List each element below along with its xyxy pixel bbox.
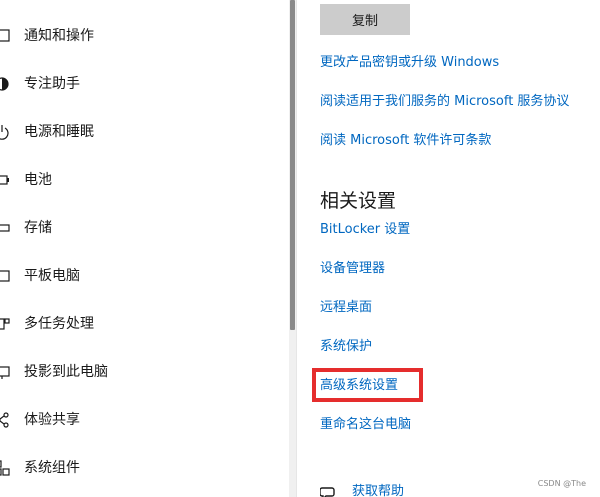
focus-assist-icon bbox=[0, 76, 10, 92]
sidebar-item-label: 专注助手 bbox=[24, 76, 80, 92]
sidebar-item-system-components[interactable]: 系统组件 bbox=[0, 448, 286, 488]
rename-pc-link[interactable]: 重命名这台电脑 bbox=[320, 416, 411, 434]
sidebar-item-focus-assist[interactable]: 专注助手 bbox=[0, 64, 286, 104]
related-settings-title: 相关设置 bbox=[320, 190, 397, 212]
components-icon bbox=[0, 460, 10, 476]
settings-window: 通知和操作 专注助手 电源和睡眠 电池 存储 平板电脑 多任务处理 投影到此电脑… bbox=[0, 0, 600, 497]
share-icon bbox=[0, 412, 10, 428]
notification-icon bbox=[0, 28, 10, 44]
sidebar-item-label: 存储 bbox=[24, 220, 52, 236]
advanced-system-settings-link[interactable]: 高级系统设置 bbox=[320, 377, 398, 395]
sidebar-item-label: 通知和操作 bbox=[24, 28, 94, 44]
sidebar-item-label: 电源和睡眠 bbox=[24, 124, 94, 140]
sidebar-item-label: 体验共享 bbox=[24, 412, 80, 428]
change-product-key-link[interactable]: 更改产品密钥或升级 Windows bbox=[320, 54, 499, 72]
multitasking-icon bbox=[0, 316, 10, 332]
sidebar-item-multitasking[interactable]: 多任务处理 bbox=[0, 304, 286, 344]
sidebar-item-label: 平板电脑 bbox=[24, 268, 80, 284]
device-manager-link[interactable]: 设备管理器 bbox=[320, 260, 385, 278]
sidebar-scrollbar-thumb[interactable] bbox=[290, 0, 295, 330]
sidebar-item-label: 系统组件 bbox=[24, 460, 80, 476]
get-help-link[interactable]: 获取帮助 bbox=[352, 483, 404, 497]
main-content: 复制 更改产品密钥或升级 Windows 阅读适用于我们服务的 Microsof… bbox=[297, 0, 600, 497]
sidebar-item-storage[interactable]: 存储 bbox=[0, 208, 286, 248]
sidebar-item-label: 投影到此电脑 bbox=[24, 364, 108, 380]
sidebar-item-label: 电池 bbox=[24, 172, 52, 188]
remote-desktop-link[interactable]: 远程桌面 bbox=[320, 299, 372, 317]
sidebar-item-notifications[interactable]: 通知和操作 bbox=[0, 16, 286, 56]
watermark: CSDN @The bbox=[537, 479, 586, 488]
storage-icon bbox=[0, 220, 10, 236]
sidebar-item-power-sleep[interactable]: 电源和睡眠 bbox=[0, 112, 286, 152]
sidebar-item-battery[interactable]: 电池 bbox=[0, 160, 286, 200]
microsoft-license-terms-link[interactable]: 阅读 Microsoft 软件许可条款 bbox=[320, 132, 491, 150]
projection-icon bbox=[0, 364, 10, 380]
microsoft-services-agreement-link[interactable]: 阅读适用于我们服务的 Microsoft 服务协议 bbox=[320, 93, 569, 111]
sidebar-item-shared-experiences[interactable]: 体验共享 bbox=[0, 400, 286, 440]
sidebar: 通知和操作 专注助手 电源和睡眠 电池 存储 平板电脑 多任务处理 投影到此电脑… bbox=[0, 0, 296, 497]
power-icon bbox=[0, 124, 10, 140]
tablet-icon bbox=[0, 268, 10, 284]
system-protection-link[interactable]: 系统保护 bbox=[320, 338, 372, 356]
help-chat-icon bbox=[319, 485, 338, 497]
bitlocker-settings-link[interactable]: BitLocker 设置 bbox=[320, 221, 410, 239]
sidebar-item-tablet[interactable]: 平板电脑 bbox=[0, 256, 286, 296]
sidebar-item-label: 多任务处理 bbox=[24, 316, 94, 332]
sidebar-item-projection[interactable]: 投影到此电脑 bbox=[0, 352, 286, 392]
battery-icon bbox=[0, 172, 10, 188]
copy-button[interactable]: 复制 bbox=[320, 4, 410, 35]
